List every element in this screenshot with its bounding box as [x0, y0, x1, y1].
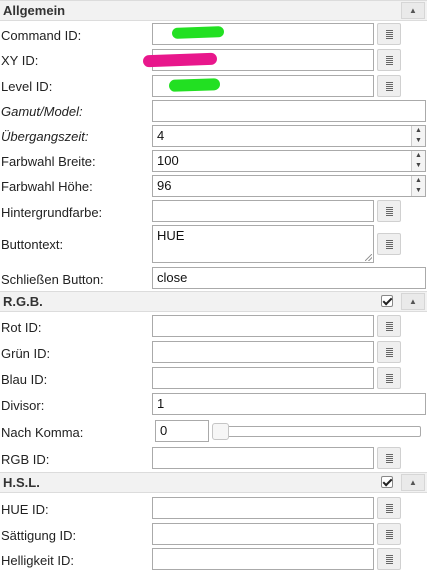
list-icon [386, 322, 393, 331]
spin-up-icon[interactable]: ▲ [412, 126, 425, 136]
spin-down-icon[interactable]: ▼ [412, 161, 425, 171]
saettigung-id-label: Sättigung ID: [1, 528, 77, 543]
spin-up-icon[interactable]: ▲ [412, 151, 425, 161]
xy-id-label: XY ID: [1, 53, 39, 68]
redaction-mark [168, 78, 221, 92]
hintergrundfarbe-field[interactable] [152, 200, 374, 222]
gruen-id-picker-button[interactable] [377, 341, 401, 363]
chevron-up-icon: ▲ [409, 297, 417, 306]
farbwahl-breite-field[interactable]: 100 ▲ ▼ [152, 150, 426, 172]
farbwahl-breite-spinner[interactable]: ▲ ▼ [411, 151, 425, 171]
chevron-up-icon: ▲ [409, 6, 417, 15]
list-icon [386, 240, 393, 249]
level-id-label: Level ID: [1, 79, 53, 94]
saettigung-id-picker-button[interactable] [377, 523, 401, 545]
hsl-enabled-checkbox[interactable] [381, 476, 393, 488]
xy-id-picker-button[interactable] [377, 49, 401, 71]
helligkeit-id-field[interactable] [152, 548, 374, 570]
redaction-mark [171, 26, 225, 39]
collapse-hsl-button[interactable]: ▲ [401, 474, 425, 491]
blau-id-field[interactable] [152, 367, 374, 389]
uebergangszeit-value: 4 [157, 128, 165, 143]
hintergrundfarbe-label: Hintergrundfarbe: [1, 205, 103, 220]
helligkeit-id-label: Helligkeit ID: [1, 553, 74, 568]
list-icon [386, 348, 393, 357]
section-title-hsl: H.S.L. [3, 475, 40, 490]
command-id-label: Command ID: [1, 28, 82, 43]
list-icon [386, 374, 393, 383]
list-icon [386, 56, 393, 65]
schliessen-button-field[interactable]: close [152, 267, 426, 289]
nach-komma-slider-handle[interactable] [212, 423, 229, 440]
helligkeit-id-picker-button[interactable] [377, 548, 401, 570]
list-icon [386, 555, 393, 564]
hue-id-label: HUE ID: [1, 502, 49, 517]
rgb-id-field[interactable] [152, 447, 374, 469]
list-icon [386, 454, 393, 463]
nach-komma-label: Nach Komma: [1, 425, 84, 440]
rot-id-field[interactable] [152, 315, 374, 337]
section-title-allgemein: Allgemein [3, 3, 66, 18]
farbwahl-breite-label: Farbwahl Breite: [1, 154, 96, 169]
chevron-up-icon: ▲ [409, 478, 417, 487]
hintergrundfarbe-picker-button[interactable] [377, 200, 401, 222]
buttontext-label: Buttontext: [1, 237, 64, 252]
gruen-id-label: Grün ID: [1, 346, 51, 361]
nach-komma-slider[interactable] [213, 426, 421, 437]
buttontext-picker-button[interactable] [377, 233, 401, 255]
list-icon [386, 530, 393, 539]
hue-id-field[interactable] [152, 497, 374, 519]
redaction-mark [142, 52, 218, 68]
list-icon [386, 504, 393, 513]
section-header-hsl: H.S.L. ▲ [0, 472, 427, 493]
list-icon [386, 30, 393, 39]
collapse-rgb-button[interactable]: ▲ [401, 293, 425, 310]
spin-up-icon[interactable]: ▲ [412, 176, 425, 186]
list-icon [386, 82, 393, 91]
section-title-rgb: R.G.B. [3, 294, 43, 309]
divisor-field[interactable]: 1 [152, 393, 426, 415]
section-header-rgb: R.G.B. ▲ [0, 291, 427, 312]
buttontext-value: HUE [157, 228, 185, 243]
rgb-id-picker-button[interactable] [377, 447, 401, 469]
resize-grip-icon[interactable] [365, 254, 372, 261]
rgb-id-label: RGB ID: [1, 452, 50, 467]
gamut-model-field[interactable] [152, 100, 426, 122]
schliessen-button-label: Schließen Button: [1, 272, 104, 287]
rot-id-label: Rot ID: [1, 320, 42, 335]
section-header-allgemein: Allgemein ▲ [0, 0, 427, 21]
uebergangszeit-label: Übergangszeit: [1, 129, 89, 144]
nach-komma-field[interactable]: 0 [155, 420, 209, 442]
spin-down-icon[interactable]: ▼ [412, 186, 425, 196]
list-icon [386, 207, 393, 216]
gruen-id-field[interactable] [152, 341, 374, 363]
level-id-picker-button[interactable] [377, 75, 401, 97]
blau-id-picker-button[interactable] [377, 367, 401, 389]
uebergangszeit-field[interactable]: 4 ▲ ▼ [152, 125, 426, 147]
buttontext-field[interactable]: HUE [152, 225, 374, 263]
saettigung-id-field[interactable] [152, 523, 374, 545]
hue-id-picker-button[interactable] [377, 497, 401, 519]
collapse-allgemein-button[interactable]: ▲ [401, 2, 425, 19]
farbwahl-breite-value: 100 [157, 153, 179, 168]
farbwahl-hoehe-field[interactable]: 96 ▲ ▼ [152, 175, 426, 197]
divisor-label: Divisor: [1, 398, 45, 413]
farbwahl-hoehe-label: Farbwahl Höhe: [1, 179, 93, 194]
farbwahl-hoehe-value: 96 [157, 178, 172, 193]
farbwahl-hoehe-spinner[interactable]: ▲ ▼ [411, 176, 425, 196]
uebergangszeit-spinner[interactable]: ▲ ▼ [411, 126, 425, 146]
gamut-model-label: Gamut/Model: [1, 104, 83, 119]
rgb-enabled-checkbox[interactable] [381, 295, 393, 307]
command-id-picker-button[interactable] [377, 23, 401, 45]
spin-down-icon[interactable]: ▼ [412, 136, 425, 146]
rot-id-picker-button[interactable] [377, 315, 401, 337]
blau-id-label: Blau ID: [1, 372, 48, 387]
